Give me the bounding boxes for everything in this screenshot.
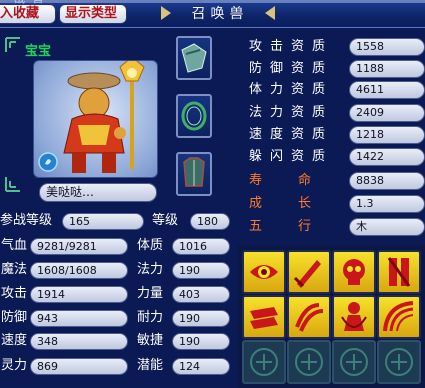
battle-level-label: 参战等级 <box>0 213 53 228</box>
battle-level-value: 165 <box>62 213 144 230</box>
skill-slot-empty-12[interactable] <box>377 340 421 384</box>
level-value: 180 <box>190 213 230 230</box>
skill-slot-empty-9[interactable] <box>242 340 286 384</box>
equip-slot-2[interactable] <box>176 94 212 138</box>
growth-value: 1.3 <box>349 195 425 213</box>
stat-label: 魔法 <box>1 262 28 277</box>
skill-slot-empty-10[interactable] <box>287 340 331 384</box>
attr-value: 1016 <box>172 238 230 255</box>
stat-value: 1608/1608 <box>30 262 128 279</box>
skill-slot-2[interactable] <box>287 250 331 294</box>
stat-value: 869 <box>30 358 128 375</box>
skill-slot-7[interactable] <box>332 295 376 339</box>
aptitude-value: 1188 <box>349 60 425 78</box>
stat-value: 348 <box>30 333 128 350</box>
aptitude-value: 1422 <box>349 148 425 166</box>
attr-value: 190 <box>172 310 230 327</box>
aptitude-label: 体力资质 <box>249 82 334 97</box>
attr-value: 190 <box>172 333 230 350</box>
attr-label: 耐力 <box>137 310 164 325</box>
eye-skill-icon <box>250 265 278 279</box>
stat-value: 943 <box>30 310 128 327</box>
attr-label: 潜能 <box>137 358 164 373</box>
window-title: 召唤兽 <box>191 6 249 22</box>
stat-label: 攻击 <box>1 286 28 301</box>
growth-label: 成长 <box>249 196 348 211</box>
necklace-item-icon <box>181 101 207 131</box>
skill-slot-empty-11[interactable] <box>332 340 376 384</box>
skull-skill-icon <box>343 259 365 285</box>
show-type-button[interactable]: 显示类型 <box>59 4 127 24</box>
aptitude-label: 防御资质 <box>249 61 334 76</box>
aptitude-label: 法力资质 <box>249 105 334 120</box>
stat-label: 速度 <box>1 333 28 348</box>
attr-label: 敏捷 <box>137 333 164 348</box>
add-favorite-button[interactable]: 入收藏 <box>0 4 56 24</box>
title-ornament-right-icon <box>265 6 275 20</box>
frame-corner-bl-icon <box>5 177 20 192</box>
aptitude-value: 1218 <box>349 126 425 144</box>
aptitude-label: 躲闪资质 <box>249 149 334 164</box>
attr-value: 124 <box>172 358 230 375</box>
attr-label: 法力 <box>137 262 164 277</box>
level-label: 等级 <box>152 213 179 228</box>
aptitude-value: 1558 <box>349 38 425 56</box>
claw-skill-icon <box>295 303 324 332</box>
title-bar-edge <box>0 0 425 3</box>
five-elements-label: 五行 <box>249 219 348 234</box>
skill-slot-6[interactable] <box>287 295 331 339</box>
equip-slot-3[interactable] <box>176 152 212 196</box>
aptitude-value: 4611 <box>349 81 425 99</box>
attr-label: 力量 <box>137 286 164 301</box>
attr-value: 190 <box>172 262 230 279</box>
title-ornament-left-icon <box>161 6 171 20</box>
empty-slot-pattern-icon <box>340 348 368 376</box>
aptitude-value: 2409 <box>349 104 425 122</box>
slash-skill-icon <box>250 307 278 329</box>
skill-slot-4[interactable] <box>377 250 421 294</box>
equip-slot-1[interactable] <box>176 36 212 80</box>
attr-value: 403 <box>172 286 230 303</box>
frame-corner-tl-icon <box>5 37 20 52</box>
stat-label: 气血 <box>1 238 28 253</box>
banner-skill-icon <box>387 257 411 287</box>
armor-item-icon <box>183 157 205 187</box>
stat-value: 9281/9281 <box>30 238 128 255</box>
stat-label: 防御 <box>1 310 28 325</box>
element-orb-icon[interactable] <box>38 152 58 172</box>
lifespan-value: 8838 <box>349 172 425 190</box>
arc-skill-icon <box>383 301 414 332</box>
five-elements-value: 木 <box>349 218 425 236</box>
armband-item-icon <box>181 43 207 73</box>
pet-nickname-field[interactable]: 美哒哒… <box>39 183 157 202</box>
aptitude-label: 攻击资质 <box>249 39 334 54</box>
skill-slot-5[interactable] <box>242 295 286 339</box>
empty-slot-pattern-icon <box>295 348 323 376</box>
empty-slot-pattern-icon <box>250 348 278 376</box>
skill-slot-3[interactable] <box>332 250 376 294</box>
figure-skill-icon <box>341 302 367 331</box>
stat-label: 灵力 <box>1 358 28 373</box>
stat-value: 1914 <box>30 286 128 303</box>
lifespan-label: 寿命 <box>249 173 348 188</box>
sword-skill-icon <box>293 260 321 288</box>
skill-slot-1[interactable] <box>242 250 286 294</box>
aptitude-label: 速度资质 <box>249 127 334 142</box>
empty-slot-pattern-icon <box>385 348 413 376</box>
attr-label: 体质 <box>137 238 164 253</box>
skill-slot-8[interactable] <box>377 295 421 339</box>
pet-baby-tag: 宝宝 <box>25 44 52 59</box>
